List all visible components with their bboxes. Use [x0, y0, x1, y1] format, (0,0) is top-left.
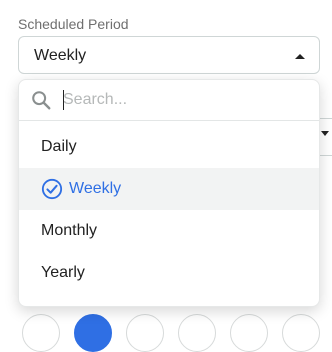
option-label: Monthly	[41, 222, 98, 239]
option-label: Weekly	[69, 180, 122, 197]
option-label: Daily	[41, 138, 77, 155]
option-monthly[interactable]: Monthly	[19, 210, 319, 252]
option-yearly[interactable]: Yearly	[19, 252, 319, 294]
option-label: Yearly	[41, 264, 85, 281]
scheduled-period-select[interactable]: Weekly	[18, 36, 320, 74]
day-toggle[interactable]	[126, 314, 164, 352]
selected-value: Weekly	[34, 47, 87, 64]
dropdown-search	[19, 80, 319, 121]
day-toggle-active[interactable]	[74, 314, 112, 352]
option-daily[interactable]: Daily	[19, 126, 319, 168]
scheduled-period-dropdown: Daily Weekly Monthly Yearly	[18, 79, 320, 307]
scheduled-period-label: Scheduled Period	[18, 16, 129, 32]
day-toggle[interactable]	[178, 314, 216, 352]
check-circle-icon	[41, 178, 63, 200]
option-weekly[interactable]: Weekly	[19, 168, 319, 210]
day-toggle[interactable]	[282, 314, 320, 352]
caret-up-icon	[295, 54, 305, 59]
text-cursor	[63, 90, 64, 110]
search-icon	[32, 91, 51, 110]
caret-down-icon	[321, 131, 329, 136]
day-toggle[interactable]	[230, 314, 268, 352]
day-toggle[interactable]	[22, 314, 60, 352]
search-input[interactable]	[63, 88, 303, 112]
